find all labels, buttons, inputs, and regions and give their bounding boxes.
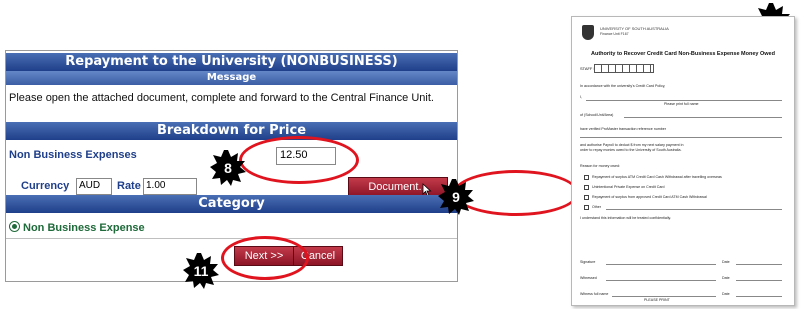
message-text: Please open the attached document, compl… xyxy=(9,92,434,104)
doc-form-number: Finance Unit F167 xyxy=(600,32,629,36)
doc-checkbox-icon xyxy=(584,175,589,180)
non-business-expenses-label: Non Business Expenses xyxy=(9,149,137,161)
doc-other-rule xyxy=(606,209,782,210)
rate-label: Rate xyxy=(117,180,141,192)
doc-school-line: of (School/Unit/Area) xyxy=(580,113,614,117)
doc-checkbox-icon xyxy=(584,185,589,190)
step-badge-9: 9 xyxy=(438,179,474,215)
doc-signature-label: Signature xyxy=(580,260,596,264)
highlight-amount-oval xyxy=(239,136,359,184)
currency-input[interactable]: AUD xyxy=(76,178,112,195)
step-badge-11: 11 xyxy=(183,253,219,289)
breakdown-header: Breakdown for Price xyxy=(6,122,457,140)
document-button[interactable]: Document... xyxy=(348,177,448,197)
doc-reason-4: Other xyxy=(592,205,601,209)
doc-checkbox-icon xyxy=(584,205,589,210)
doc-date-rule xyxy=(736,296,782,297)
step-badge-11-number: 11 xyxy=(193,263,209,279)
doc-reason-header: Reason for money owed: xyxy=(580,164,620,168)
doc-confidential: I understand this information will be tr… xyxy=(580,216,672,220)
doc-ref-rule xyxy=(580,137,782,138)
doc-date-label: Date xyxy=(722,292,730,296)
doc-i-line: I, xyxy=(580,95,582,99)
doc-staff-id-boxes xyxy=(594,64,654,73)
doc-date-label: Date xyxy=(722,276,730,280)
divider xyxy=(6,238,457,239)
doc-policy-line: In accordance with the university's Cred… xyxy=(580,84,666,88)
doc-witnessed-label: Witnessed xyxy=(580,276,597,280)
doc-signature-rule xyxy=(606,264,716,265)
doc-university-name: UNIVERSITY OF SOUTH AUSTRALIA xyxy=(600,26,669,31)
category-option-label: Non Business Expense xyxy=(23,222,145,234)
university-logo-icon xyxy=(582,25,594,40)
attached-document-preview: UNIVERSITY OF SOUTH AUSTRALIA Finance Un… xyxy=(571,16,795,306)
doc-reason-3: Repayment of surplus from approved Credi… xyxy=(592,195,707,199)
doc-date-rule xyxy=(736,264,782,265)
currency-label: Currency xyxy=(21,180,70,192)
doc-name-rule xyxy=(586,100,782,101)
doc-date-rule xyxy=(736,280,782,281)
doc-title: Authority to Recover Credit Card Non-Bus… xyxy=(591,51,775,57)
step-badge-8-number: 8 xyxy=(224,160,232,176)
doc-reason-2: Unintentional Private Expense on Credit … xyxy=(592,185,665,189)
doc-checkbox-icon xyxy=(584,195,589,200)
doc-witness-name-label: Witness full name xyxy=(580,292,609,296)
doc-please-print: PLEASE PRINT xyxy=(644,298,670,302)
doc-verified-line: have verified ProMaster transaction refe… xyxy=(580,127,666,131)
doc-school-rule xyxy=(624,117,782,118)
doc-print-name: Please print full name xyxy=(664,102,699,106)
rate-input[interactable]: 1.00 xyxy=(143,178,197,195)
doc-repay-line: order to repay monies owed to the Univer… xyxy=(580,148,682,152)
form-title: Repayment to the University (NONBUSINESS… xyxy=(6,53,457,71)
doc-reason-1: Repayment of surplus ATM Credit Card Cas… xyxy=(592,175,722,179)
category-header: Category xyxy=(6,195,457,213)
category-option[interactable]: Non Business Expense xyxy=(9,221,145,234)
doc-authorise-line: and authorise Payroll to deduct $ from m… xyxy=(580,143,684,147)
doc-date-label: Date xyxy=(722,260,730,264)
highlight-next-oval xyxy=(221,236,309,280)
message-header: Message xyxy=(6,71,457,85)
step-badge-8: 8 xyxy=(210,150,246,186)
doc-witness-name-rule xyxy=(612,296,716,297)
doc-witnessed-rule xyxy=(606,280,716,281)
radio-selected-icon[interactable] xyxy=(9,221,20,232)
step-badge-9-number: 9 xyxy=(452,189,460,205)
